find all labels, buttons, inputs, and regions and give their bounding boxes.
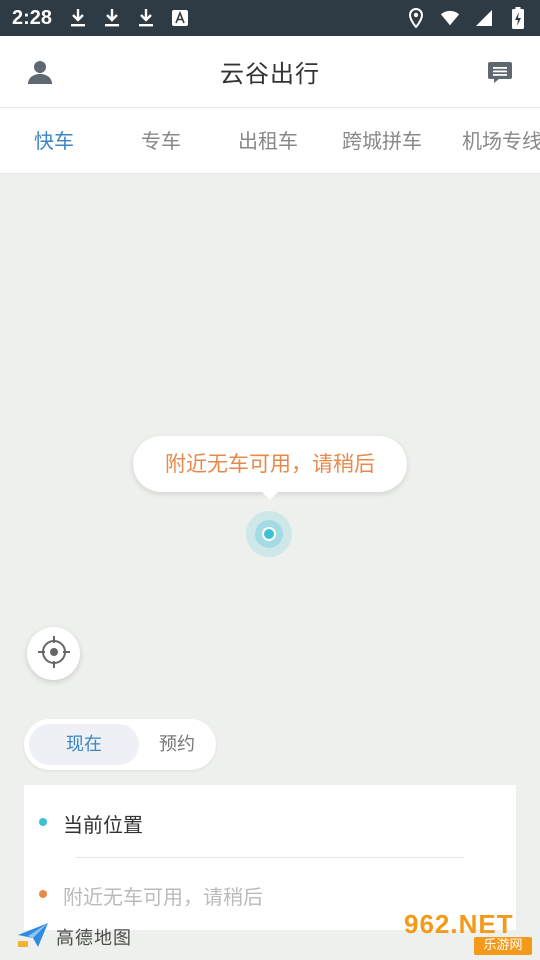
wifi-icon <box>440 7 460 29</box>
tab-taxi[interactable]: 出租车 <box>238 108 298 173</box>
crosshair-icon <box>37 635 71 673</box>
download-icon <box>68 7 88 29</box>
signal-icon <box>474 7 494 29</box>
map-attribution: 高德地图 <box>16 920 146 954</box>
tab-premium[interactable]: 专车 <box>141 108 181 173</box>
watermark-main: 962.NET <box>404 909 514 939</box>
destination-dot <box>39 890 47 898</box>
destination-text: 附近无车可用，请稍后 <box>63 885 263 909</box>
current-location-icon <box>245 510 293 558</box>
time-toggle: 现在 预约 <box>24 719 216 770</box>
origin-row[interactable]: 当前位置 <box>24 795 516 855</box>
reserve-option[interactable]: 预约 <box>144 724 210 765</box>
tab-airport-shuttle[interactable]: 机场专线 <box>462 108 540 173</box>
battery-charging-icon <box>508 7 528 29</box>
availability-bubble: 附近无车可用，请稍后 <box>133 436 407 492</box>
status-bar: 2:28 <box>0 0 540 36</box>
download-icon <box>136 7 156 29</box>
download-icon <box>102 7 122 29</box>
font-icon <box>170 7 190 29</box>
watermark-sub: 乐游网 <box>474 937 532 955</box>
origin-dot <box>39 818 47 826</box>
user-icon[interactable] <box>26 58 54 86</box>
tab-intercity-carpool[interactable]: 跨城拼车 <box>342 108 422 173</box>
amap-logo-icon <box>16 921 50 953</box>
service-tabs: 快车 专车 出租车 跨城拼车 机场专线 <box>0 108 540 174</box>
origin-text: 当前位置 <box>63 813 143 837</box>
bubble-pointer <box>258 488 282 500</box>
site-watermark: 962.NET 乐游网 <box>400 909 536 957</box>
location-pin-icon <box>406 7 426 29</box>
now-option[interactable]: 现在 <box>29 724 139 765</box>
app-header: 云谷出行 <box>0 36 540 108</box>
locate-me-button[interactable] <box>27 627 80 680</box>
message-icon[interactable] <box>486 58 514 86</box>
tab-express[interactable]: 快车 <box>34 108 74 173</box>
map-attribution-text: 高德地图 <box>56 928 132 949</box>
address-divider <box>76 857 464 858</box>
page-title: 云谷出行 <box>220 60 320 88</box>
status-time: 2:28 <box>12 6 53 29</box>
